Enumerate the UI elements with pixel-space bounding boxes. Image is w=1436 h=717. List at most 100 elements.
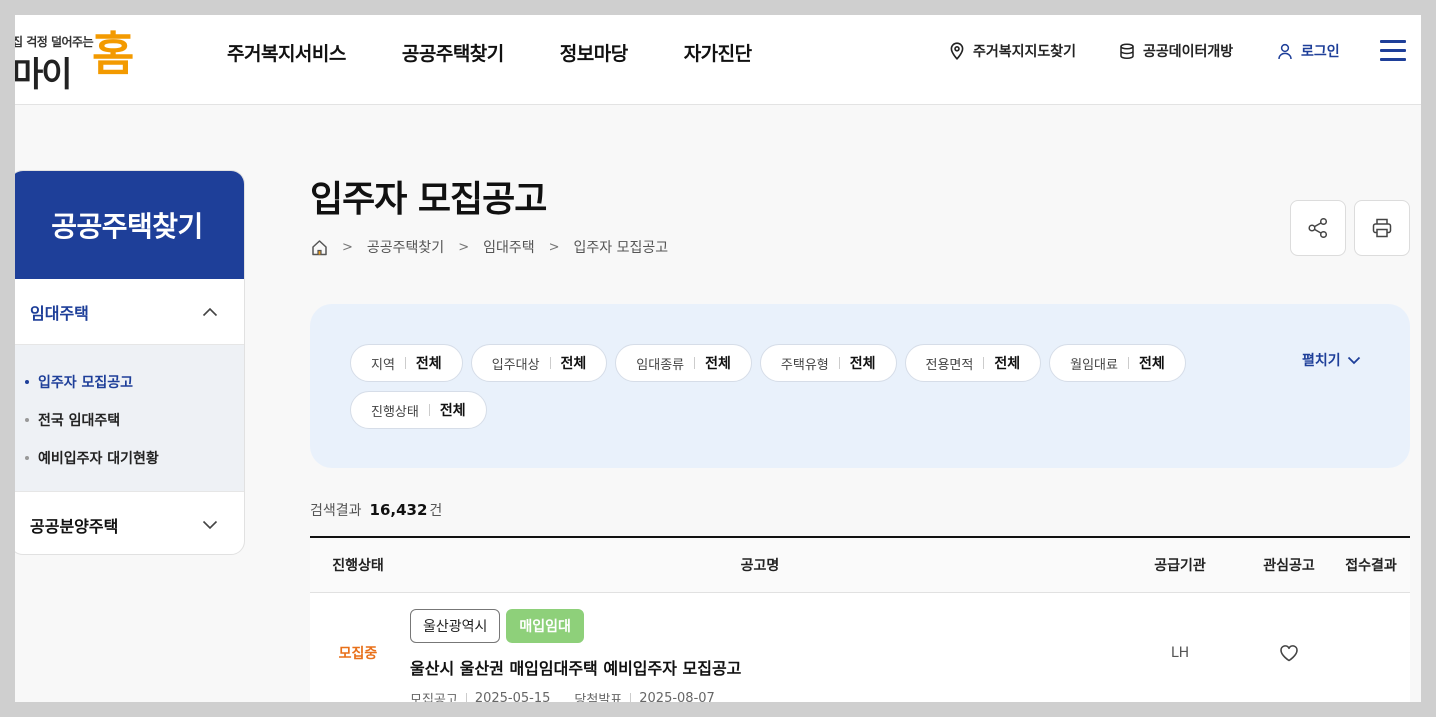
filter-chip-target[interactable]: 입주대상 전체 (470, 344, 608, 382)
filter-expand-button[interactable]: 펼치기 (1302, 350, 1361, 370)
home-icon[interactable] (311, 239, 328, 256)
sidebar-item-nationwide-rental[interactable]: 전국 임대주택 (25, 401, 244, 439)
util-map-link[interactable]: 주거복지지도찾기 (949, 41, 1076, 61)
login-label: 로그인 (1301, 44, 1340, 60)
notice-info: 울산광역시 매입임대 울산시 울산권 매입임대주택 예비입주자 모집공고 모집공… (410, 609, 1110, 702)
filter-key: 지역 (371, 357, 395, 373)
filter-key: 전용면적 (925, 357, 974, 373)
chip-divider (983, 357, 985, 369)
sidebar-section-label: 공공분양주택 (30, 516, 119, 536)
gnb-public-housing[interactable]: 공공주택찾기 (402, 39, 504, 66)
notice-table: 진행상태 공고명 공급기관 관심공고 접수결과 모집중 울산광역시 매입임대 울… (310, 536, 1410, 702)
sidebar-item-waitlist[interactable]: 예비입주자 대기현황 (25, 439, 244, 477)
chevron-down-icon (202, 520, 218, 529)
result-label: 검색결과 (310, 503, 362, 519)
user-icon (1278, 43, 1292, 59)
page-title: 입주자 모집공고 (310, 179, 547, 220)
printer-icon (1372, 218, 1392, 238)
breadcrumb-item[interactable]: 임대주택 (483, 237, 535, 257)
filter-key: 주택유형 (780, 357, 829, 373)
rental-type-tag: 매입임대 (506, 609, 584, 643)
filter-key: 임대종류 (636, 357, 685, 373)
filter-value: 전체 (439, 403, 466, 419)
share-icon (1308, 217, 1328, 239)
filter-value: 전체 (560, 356, 587, 372)
gnb-info[interactable]: 정보마당 (560, 39, 628, 66)
supply-agency: LH (1170, 645, 1190, 661)
logo-brand-main: 마이 (15, 55, 73, 95)
notice-date-label: 모집공고 (410, 693, 458, 702)
app-frame: 집 걱정 덜어주는 마이 홈 주거복지서비스 공공주택찾기 정보마당 자가진단 … (15, 15, 1421, 702)
sidebar-item-label: 예비입주자 대기현황 (38, 451, 159, 467)
column-header: 진행상태 (332, 558, 384, 574)
filter-key: 월임대료 (1070, 357, 1118, 373)
print-button[interactable] (1354, 200, 1410, 256)
status-badge: 모집중 (338, 646, 378, 662)
sidebar-item-recruitment[interactable]: 입주자 모집공고 (25, 363, 244, 401)
result-summary: 검색결과 16,432 건 (310, 500, 442, 520)
filter-chip-housing-type[interactable]: 주택유형 전체 (759, 344, 897, 382)
breadcrumb-item[interactable]: 입주자 모집공고 (574, 237, 669, 257)
filter-value: 전체 (705, 356, 731, 372)
filter-chip-area[interactable]: 전용면적 전체 (904, 344, 1042, 382)
filter-key: 진행상태 (371, 404, 419, 420)
breadcrumb: > 공공주택찾기 > 임대주택 > 입주자 모집공고 (311, 237, 668, 257)
gnb-self-check[interactable]: 자가진단 (684, 39, 752, 66)
filter-value: 전체 (415, 356, 442, 372)
sidebar-title: 공공주택찾기 (15, 171, 244, 279)
chip-divider (428, 404, 430, 416)
notice-date: 2025-05-15 (474, 691, 551, 702)
announce-date-label: 당첨발표 (574, 693, 623, 702)
sidebar-section-label: 임대주택 (30, 303, 89, 323)
filter-value: 전체 (849, 356, 876, 372)
chevron-down-icon (1347, 356, 1360, 364)
meta-divider (465, 693, 467, 702)
filter-chip-region[interactable]: 지역 전체 (350, 344, 463, 382)
chip-divider (404, 357, 406, 369)
bullet-icon (25, 380, 29, 384)
location-pin-icon (950, 42, 964, 60)
chip-divider (1127, 357, 1129, 369)
breadcrumb-separator: > (342, 239, 353, 255)
chip-divider (549, 357, 551, 369)
result-unit: 건 (429, 503, 443, 519)
column-header: 관심공고 (1263, 558, 1315, 574)
column-header: 접수결과 (1345, 558, 1397, 574)
sidebar: 공공주택찾기 임대주택 입주자 모집공고 전국 임대주택 예비입주자 대기현황 … (15, 170, 245, 555)
notice-dates: 모집공고 2025-05-15 당첨발표 2025-08-07 (410, 689, 1110, 702)
meta-divider (630, 693, 632, 702)
table-row[interactable]: 모집중 울산광역시 매입임대 울산시 울산권 매입임대주택 예비입주자 모집공고… (310, 593, 1410, 702)
filter-chip-monthly-rent[interactable]: 월임대료 전체 (1049, 344, 1186, 382)
chevron-up-icon (202, 307, 218, 316)
notice-title-link[interactable]: 울산시 울산권 매입임대주택 예비입주자 모집공고 (410, 655, 1110, 679)
sidebar-item-label: 전국 임대주택 (38, 413, 121, 429)
database-icon (1120, 42, 1134, 59)
site-logo[interactable]: 집 걱정 덜어주는 마이 홈 (15, 25, 152, 95)
breadcrumb-item[interactable]: 공공주택찾기 (367, 237, 444, 257)
filter-chip-status[interactable]: 진행상태 전체 (350, 391, 487, 429)
site-header: 집 걱정 덜어주는 마이 홈 주거복지서비스 공공주택찾기 정보마당 자가진단 … (15, 15, 1421, 105)
result-count: 16,432 (369, 501, 428, 519)
share-button[interactable] (1290, 200, 1346, 256)
expand-label: 펼치기 (1302, 353, 1341, 369)
bullet-icon (25, 418, 29, 422)
filter-value: 전체 (1138, 356, 1165, 372)
notice-tags: 울산광역시 매입임대 (410, 609, 1110, 643)
gnb-housing-welfare[interactable]: 주거복지서비스 (227, 39, 346, 66)
sidebar-section-public-sale[interactable]: 공공분양주택 (15, 492, 244, 554)
sidebar-section-rental[interactable]: 임대주택 (15, 279, 244, 345)
filter-chips: 지역 전체 입주대상 전체 임대종류 전체 주택유형 전체 전용면적 전체 월임대료 전체 … (350, 344, 1210, 429)
column-header: 공고명 (740, 558, 780, 574)
chip-divider (838, 357, 840, 369)
util-data-link[interactable]: 공공데이터개방 (1119, 41, 1233, 61)
bullet-icon (25, 456, 29, 460)
region-tag: 울산광역시 (410, 609, 501, 643)
filter-chip-rental-type[interactable]: 임대종류 전체 (615, 344, 752, 382)
login-link[interactable]: 로그인 (1277, 41, 1340, 61)
filter-value: 전체 (994, 356, 1021, 372)
favorite-button[interactable] (1246, 593, 1332, 702)
announce-date: 2025-08-07 (639, 691, 715, 702)
sidebar-submenu: 입주자 모집공고 전국 임대주택 예비입주자 대기현황 (15, 345, 244, 492)
hamburger-menu-icon[interactable] (1380, 40, 1408, 62)
global-nav: 주거복지서비스 공공주택찾기 정보마당 자가진단 (227, 39, 808, 66)
